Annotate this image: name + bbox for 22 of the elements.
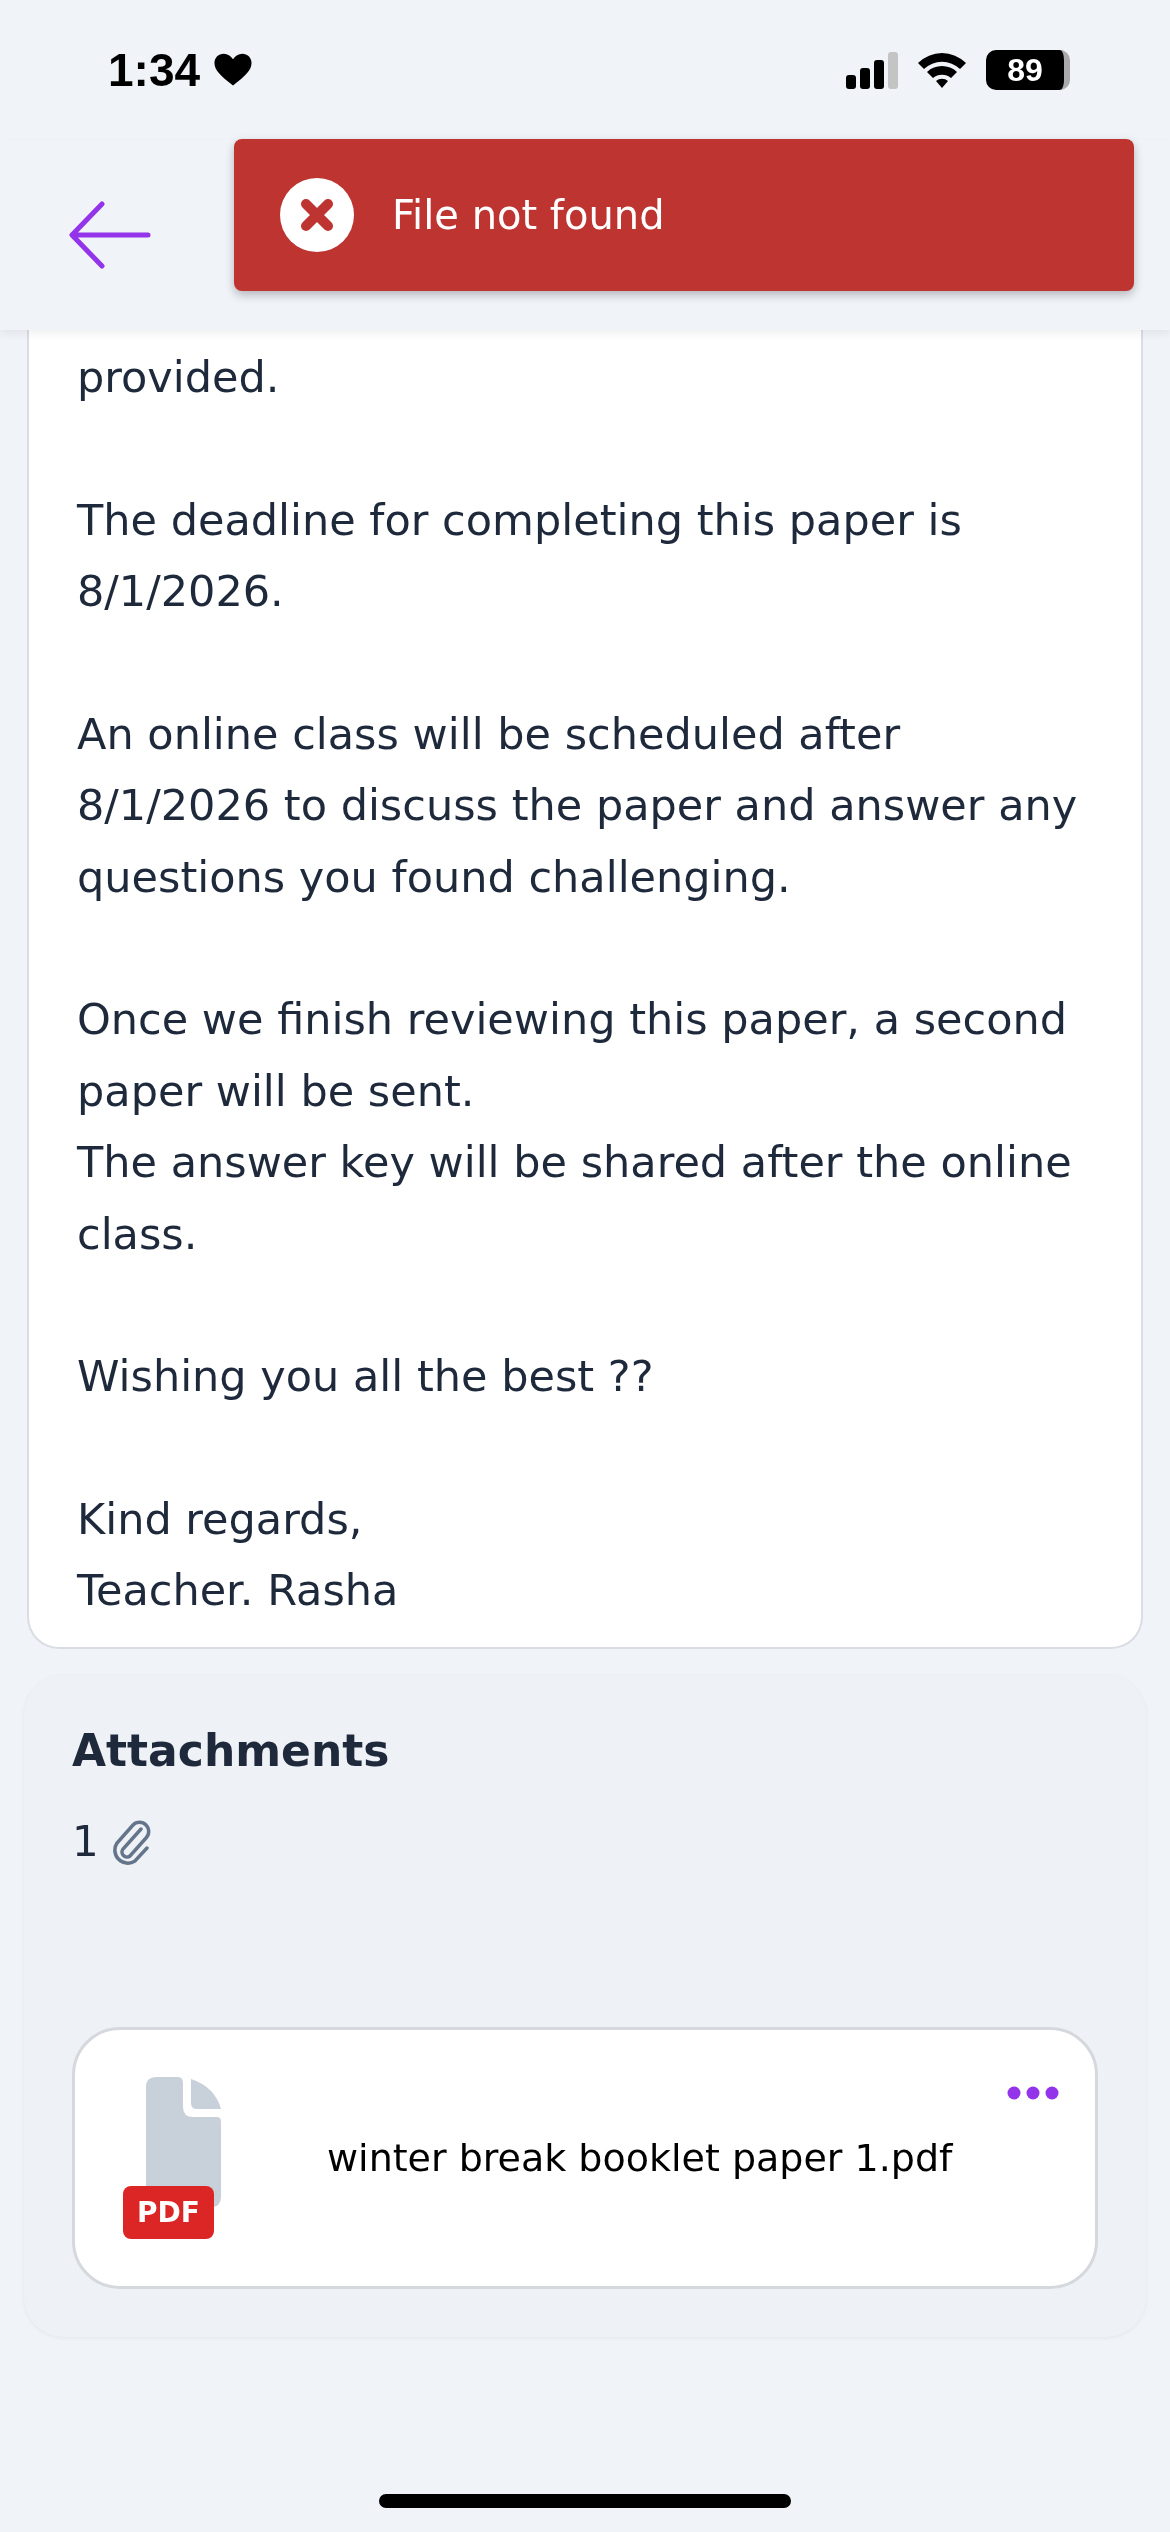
message-text: An online class will be scheduled after 8/1/2026 to discuss the paper and answer any questions you found challenging. (77, 707, 1079, 904)
attachment-count: 1 (72, 1817, 99, 1866)
message-text: provided. (77, 351, 281, 404)
paperclip-icon (110, 1818, 151, 1865)
wifi-icon (916, 51, 968, 89)
status-time: 1:34 (108, 43, 201, 97)
message-text: The deadline for completing this paper is 8/1/2026. (77, 493, 963, 618)
attachments-title: Attachments (72, 1724, 391, 1776)
more-icon[interactable] (1007, 2085, 1059, 2100)
message-text: Kind regards, (77, 1492, 364, 1546)
battery-icon: 89 (986, 50, 1070, 90)
heart-icon (214, 53, 253, 87)
message-text: Teacher. Rasha (77, 1564, 400, 1617)
file-card[interactable]: PDF winter break booklet paper 1.pdf (72, 2026, 1098, 2289)
message-text: Once we finish reviewing this paper, a second paper will be sent. (77, 993, 1069, 1118)
error-icon (280, 178, 354, 252)
message-text: The answer key will be shared after the online class. (77, 1136, 1073, 1261)
file-name: winter break booklet paper 1.pdf (327, 2135, 953, 2180)
message-text: Wishing you all the best ?? (77, 1350, 655, 1403)
back-button[interactable] (68, 200, 152, 270)
toast-message: File not found (392, 191, 665, 239)
signal-icon (846, 51, 898, 89)
